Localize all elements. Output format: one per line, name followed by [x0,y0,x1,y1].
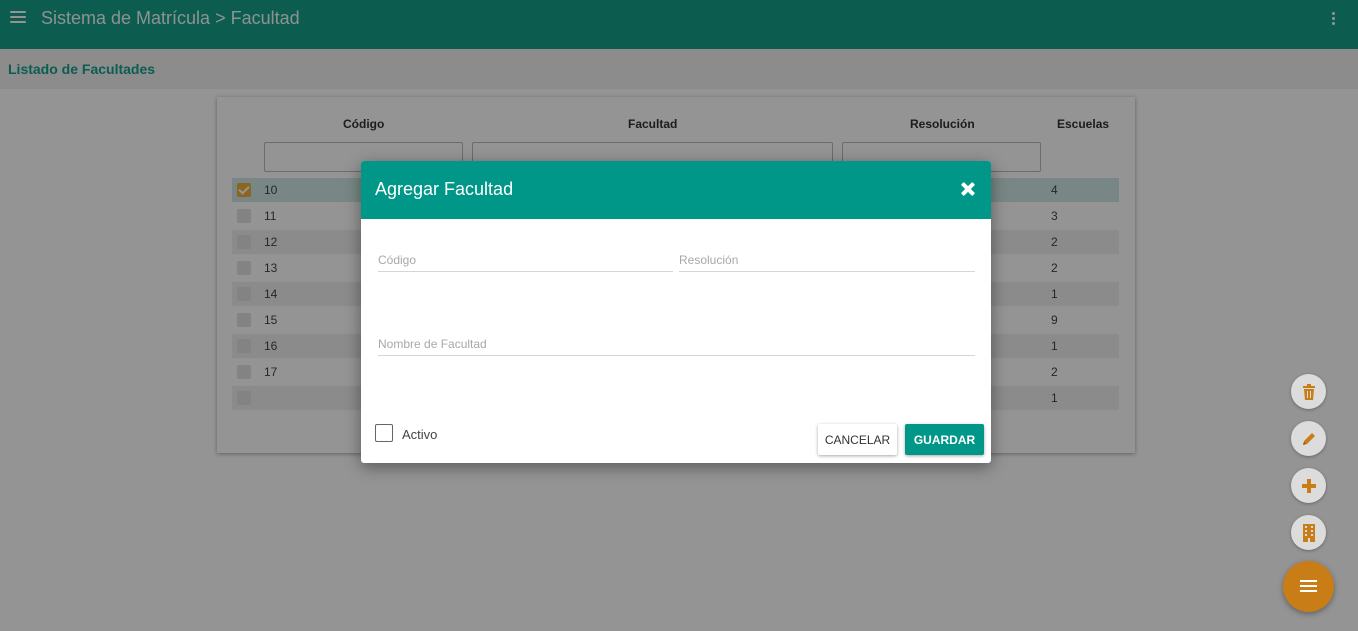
nombre-facultad-input[interactable] [378,333,975,355]
activo-checkbox[interactable] [375,424,393,442]
resolucion-field [679,249,975,272]
edit-fab[interactable] [1291,421,1326,456]
nombre-facultad-field [378,333,975,356]
codigo-field [378,249,673,272]
delete-fab[interactable] [1291,374,1326,409]
building-icon [1291,515,1326,550]
codigo-input[interactable] [378,249,673,271]
save-button[interactable]: GUARDAR [905,424,984,455]
plus-icon [1291,468,1326,503]
building-fab[interactable] [1291,515,1326,550]
resolucion-input[interactable] [679,249,975,271]
cancel-button[interactable]: CANCELAR [818,424,897,455]
main-menu-fab[interactable] [1283,561,1334,612]
close-icon[interactable] [961,182,975,196]
dialog-header: Agregar Facultad [361,161,991,219]
activo-label: Activo [402,427,438,442]
trash-icon [1291,374,1326,409]
add-fab[interactable] [1291,468,1326,503]
pencil-icon [1291,421,1326,456]
add-facultad-dialog: Agregar Facultad Activo CANCELAR GUARDAR [361,161,991,463]
menu-icon [1300,580,1317,595]
dialog-title: Agregar Facultad [375,179,514,199]
